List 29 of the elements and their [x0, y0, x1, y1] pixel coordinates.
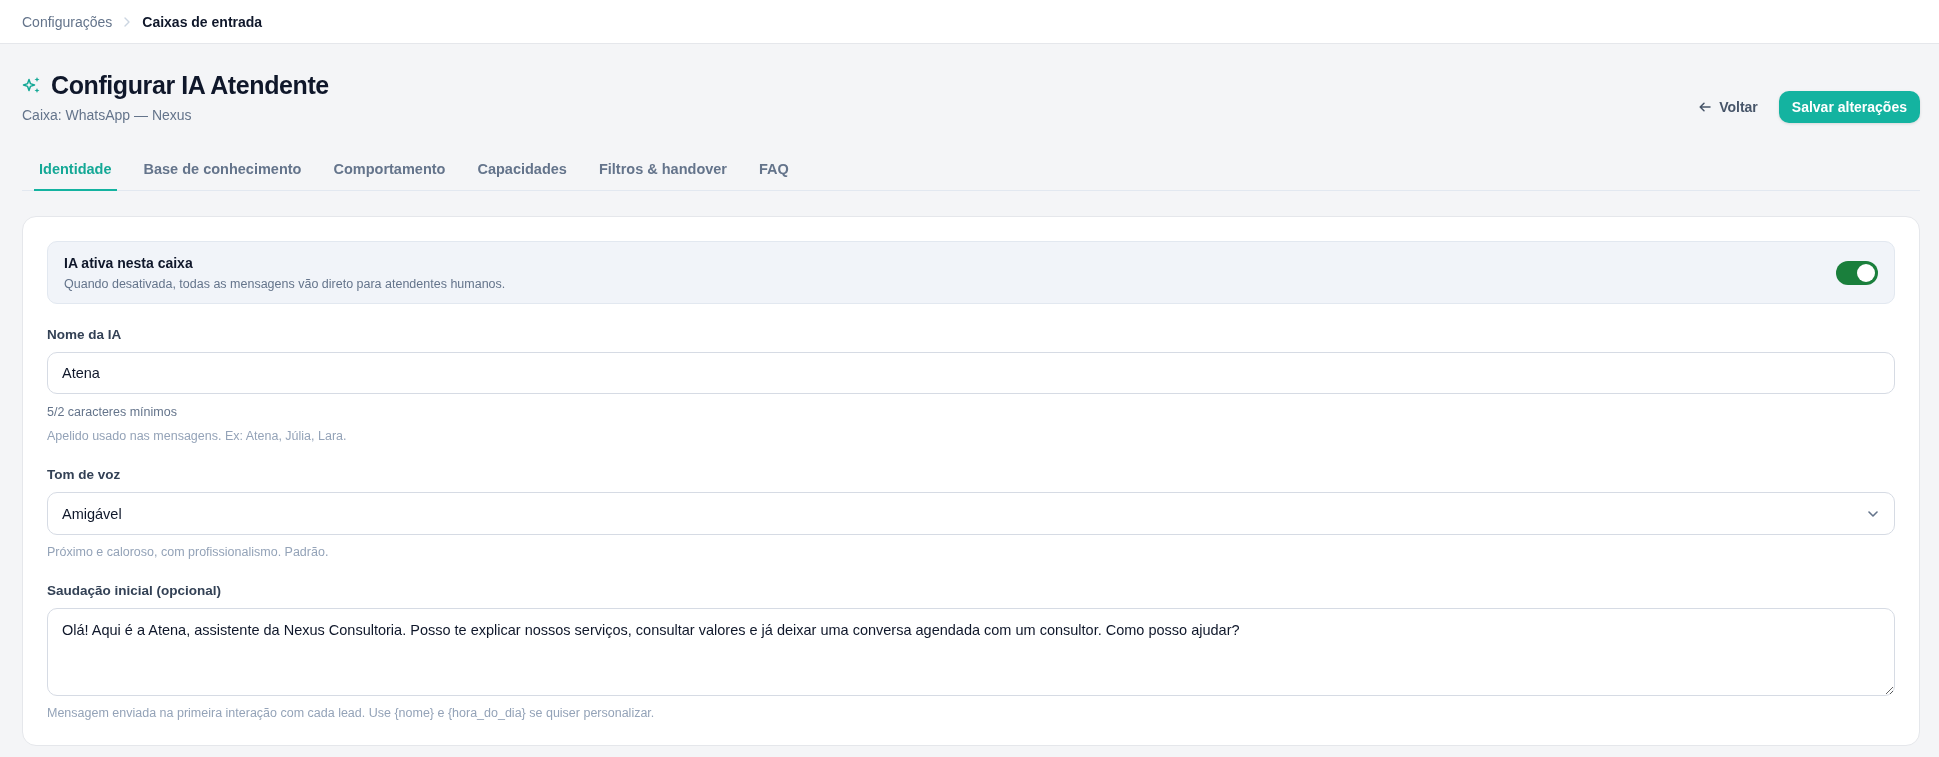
- page-subtitle: Caixa: WhatsApp — Nexus: [22, 106, 193, 124]
- toggle-switch[interactable]: [1836, 261, 1878, 285]
- character-counter: 5/2 caracteres mínimos: [47, 404, 178, 420]
- field-hint: Próximo e caloroso, com profissionalismo. Padrão.: [47, 544, 330, 560]
- textarea-field[interactable]: Olá! Aqui é a Atena, assistente da Nexus Consultoria. Posso te explicar nossos serviços, consultar valores e já deixar uma conversa agendada com um consultor. Como posso ajudar?: [47, 608, 1895, 696]
- field-hint: Apelido usado nas mensagens. Ex: Atena, Júlia, Lara.: [47, 428, 348, 444]
- breadcrumb-item[interactable]: Configurações: [22, 13, 113, 30]
- field-label: Tom de voz: [47, 466, 122, 484]
- field-label: Nome da IA: [47, 326, 123, 344]
- tab[interactable]: FAQ: [754, 151, 794, 191]
- save-button[interactable]: Salvar alterações: [1778, 91, 1920, 123]
- arrow-left-icon: [1699, 102, 1712, 112]
- chevron-down-icon: [1868, 510, 1878, 517]
- toggle-title: IA ativa nesta caixa: [64, 254, 194, 272]
- tab[interactable]: Identidade: [34, 151, 117, 191]
- page-title: Configurar IA Atendente: [51, 70, 329, 101]
- field-hint: Mensagem enviada na primeira interação com cada lead. Use {nome} e {hora_do_dia} se quiser personalizar.: [47, 705, 656, 721]
- chevron-right-icon: [124, 16, 131, 27]
- tab[interactable]: Comportamento: [328, 151, 451, 191]
- back-button[interactable]: Voltar: [1699, 92, 1758, 122]
- tab[interactable]: Base de conhecimento: [138, 151, 307, 191]
- sparkle-icon: [22, 76, 41, 94]
- tab[interactable]: Capacidades: [472, 151, 572, 191]
- text-input[interactable]: Atena: [47, 352, 1895, 394]
- breadcrumb-item: Caixas de entrada: [142, 13, 263, 30]
- toggle-description: Quando desativada, todas as mensagens vão direto para atendentes humanos.: [64, 276, 506, 292]
- tab[interactable]: Filtros & handover: [593, 151, 732, 191]
- field-label: Saudação inicial (opcional): [47, 582, 223, 600]
- select-dropdown[interactable]: Amigável: [47, 492, 1895, 535]
